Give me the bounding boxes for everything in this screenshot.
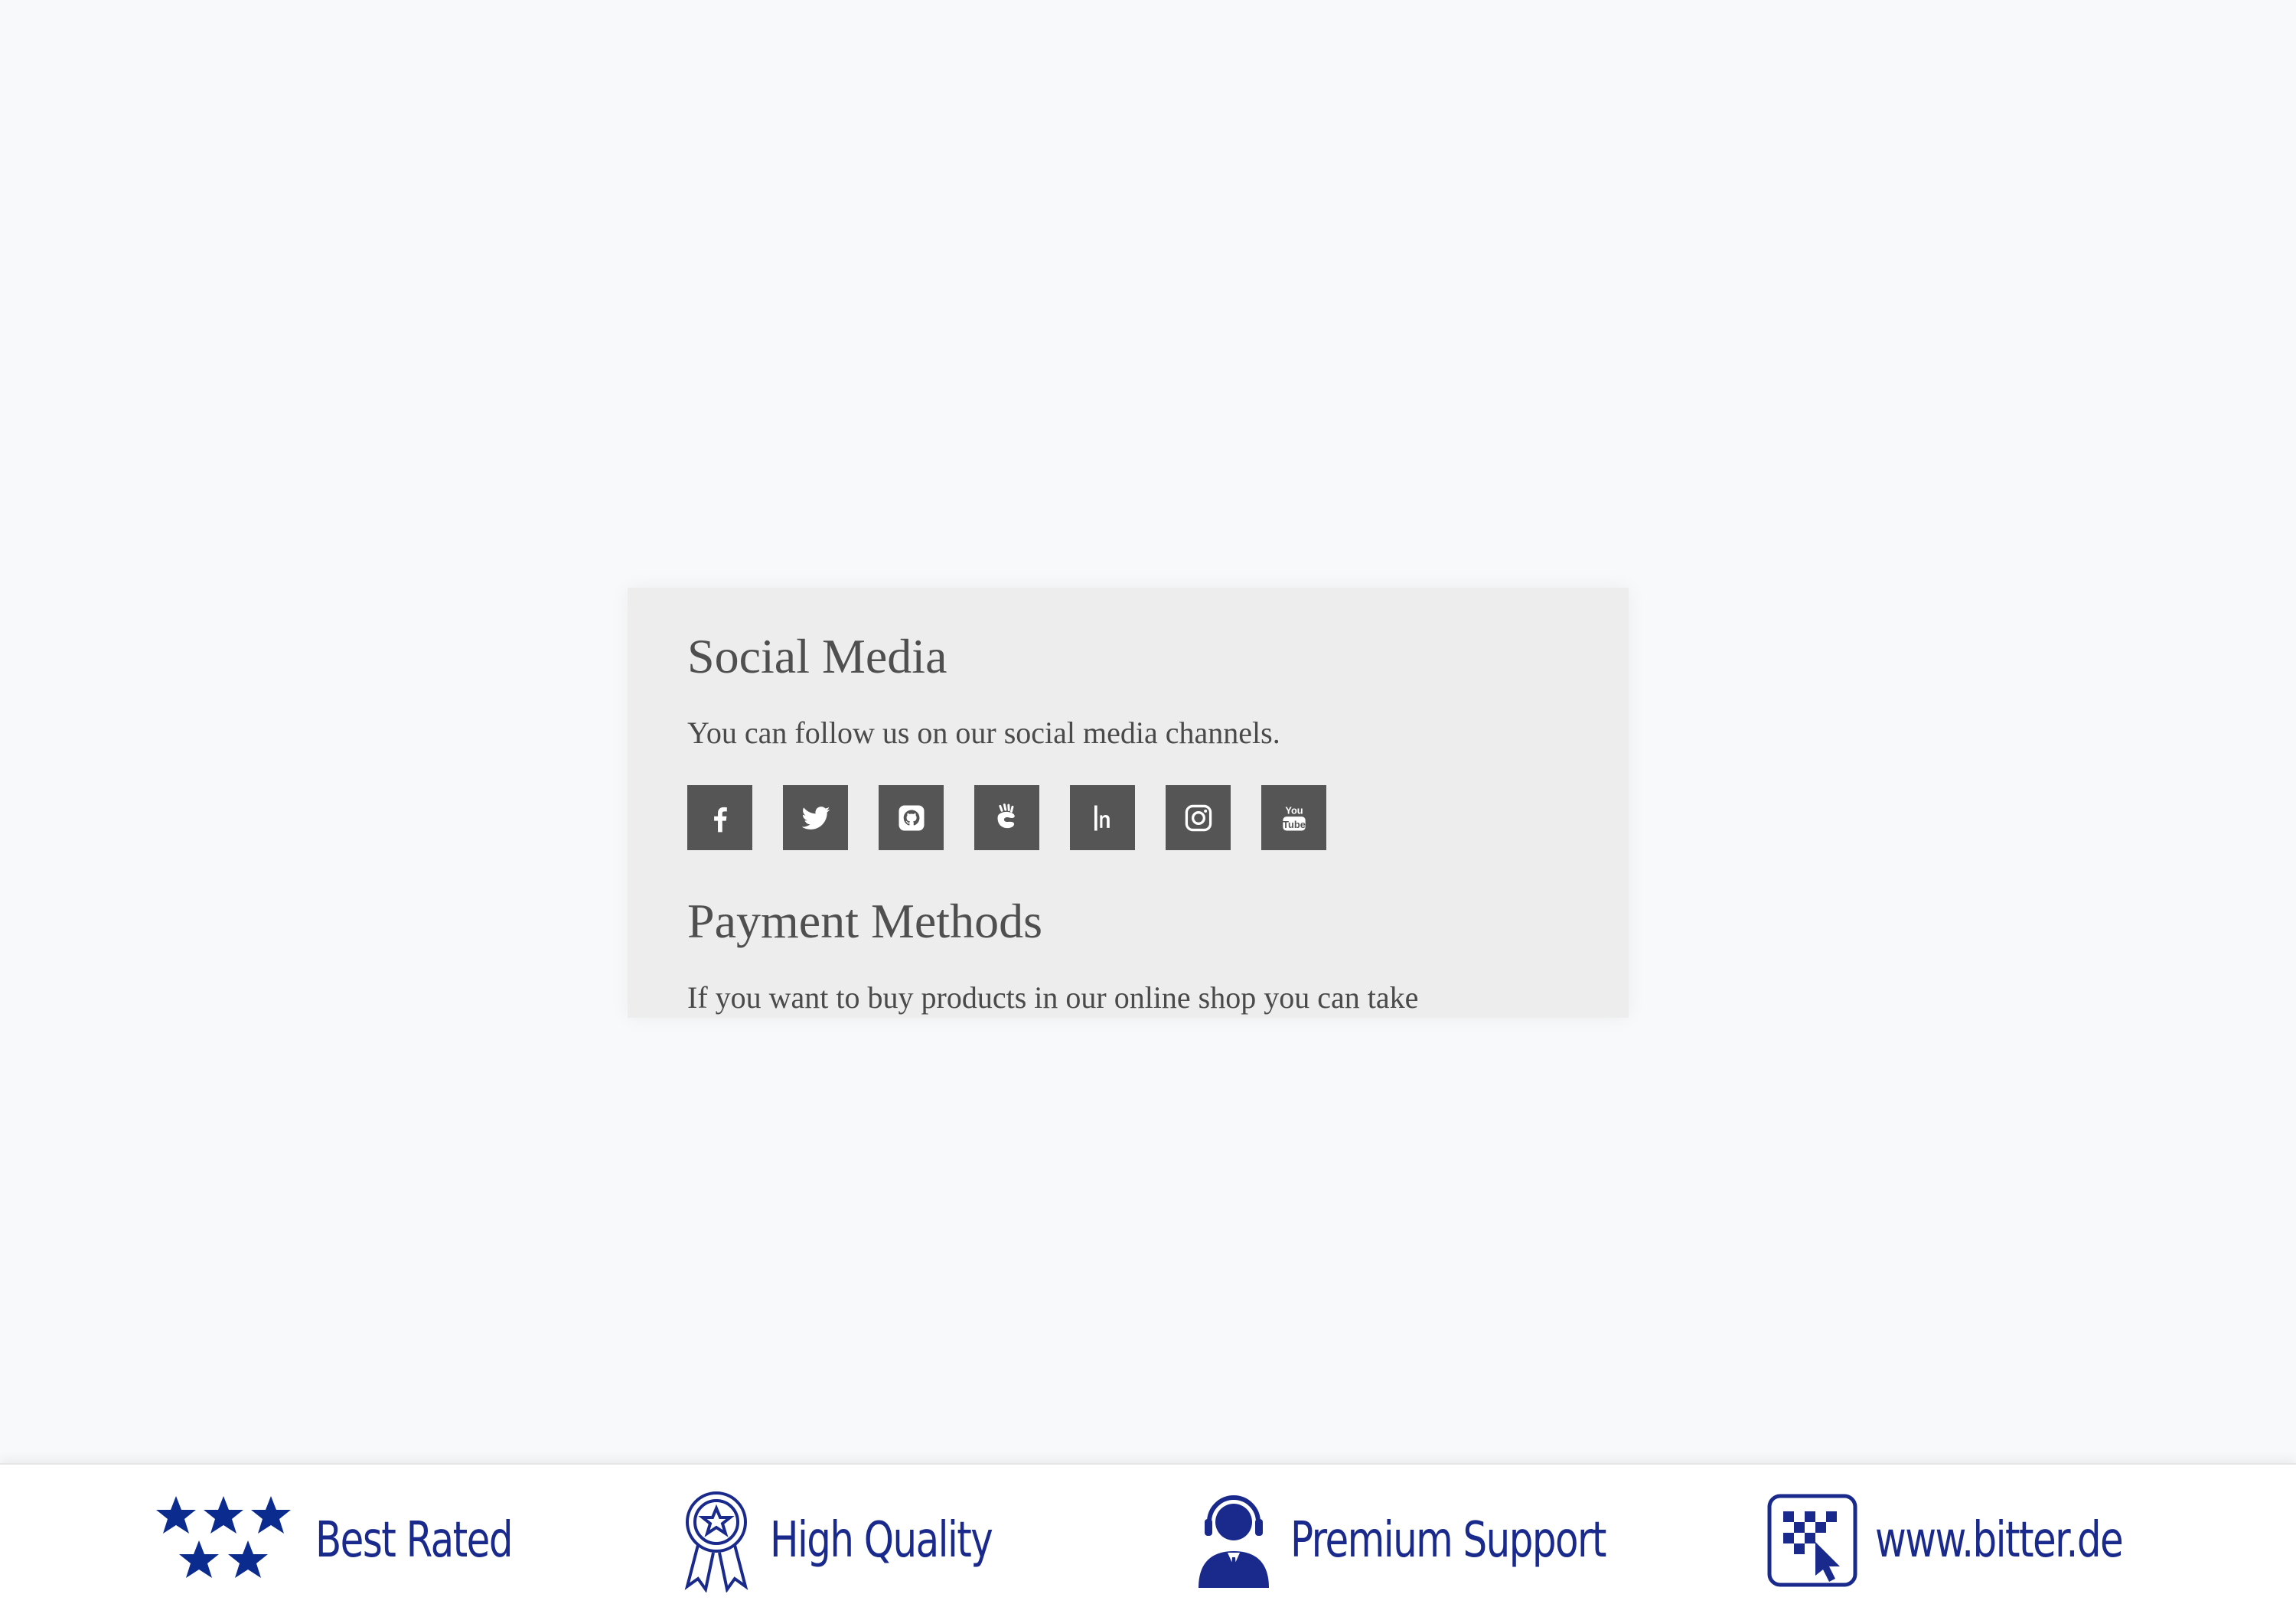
concrete5-icon bbox=[997, 803, 1015, 828]
facebook-icon bbox=[713, 807, 727, 832]
social-media-card: Social Media You can follow us on our so… bbox=[628, 588, 1629, 1018]
github-link[interactable] bbox=[879, 785, 944, 850]
svg-text:Tube: Tube bbox=[1283, 818, 1306, 830]
award-ribbon-icon bbox=[684, 1491, 748, 1592]
support-agent-icon bbox=[1199, 1495, 1269, 1588]
badge-best-rated: Best Rated bbox=[152, 1491, 567, 1590]
github-icon bbox=[899, 805, 924, 830]
twitter-icon bbox=[801, 806, 830, 830]
instagram-icon bbox=[1185, 804, 1212, 831]
facebook-link[interactable] bbox=[687, 785, 752, 850]
badge-label: High Quality bbox=[770, 1512, 993, 1569]
youtube-icon: You Tube bbox=[1283, 804, 1306, 830]
social-media-heading: Social Media bbox=[687, 629, 947, 683]
badge-high-quality: High Quality bbox=[680, 1491, 1055, 1592]
hubspot-icon bbox=[1094, 805, 1110, 830]
badge-label: www.bitter.de bbox=[1875, 1512, 2124, 1569]
badge-label: Premium Support bbox=[1290, 1512, 1606, 1569]
instagram-link[interactable] bbox=[1166, 785, 1231, 850]
badge-website: www.bitter.de bbox=[1766, 1491, 2192, 1590]
concrete5-link[interactable] bbox=[974, 785, 1039, 850]
payment-methods-description: If you want to buy products in our onlin… bbox=[687, 980, 1419, 1015]
social-media-description: You can follow us on our social media ch… bbox=[687, 715, 1280, 750]
payment-methods-heading: Payment Methods bbox=[687, 894, 1042, 948]
youtube-link[interactable]: You Tube bbox=[1261, 785, 1326, 850]
twitter-link[interactable] bbox=[783, 785, 848, 850]
website-cursor-icon bbox=[1767, 1494, 1857, 1587]
hubspot-link[interactable] bbox=[1070, 785, 1135, 850]
trust-badges-bar: Best Rated High Quality Premium Support … bbox=[0, 1463, 2296, 1607]
stars-icon bbox=[156, 1496, 291, 1578]
social-icon-list: You Tube bbox=[687, 785, 1326, 850]
svg-text:You: You bbox=[1285, 804, 1303, 816]
badge-premium-support: Premium Support bbox=[1194, 1491, 1694, 1590]
badge-label: Best Rated bbox=[315, 1512, 514, 1569]
